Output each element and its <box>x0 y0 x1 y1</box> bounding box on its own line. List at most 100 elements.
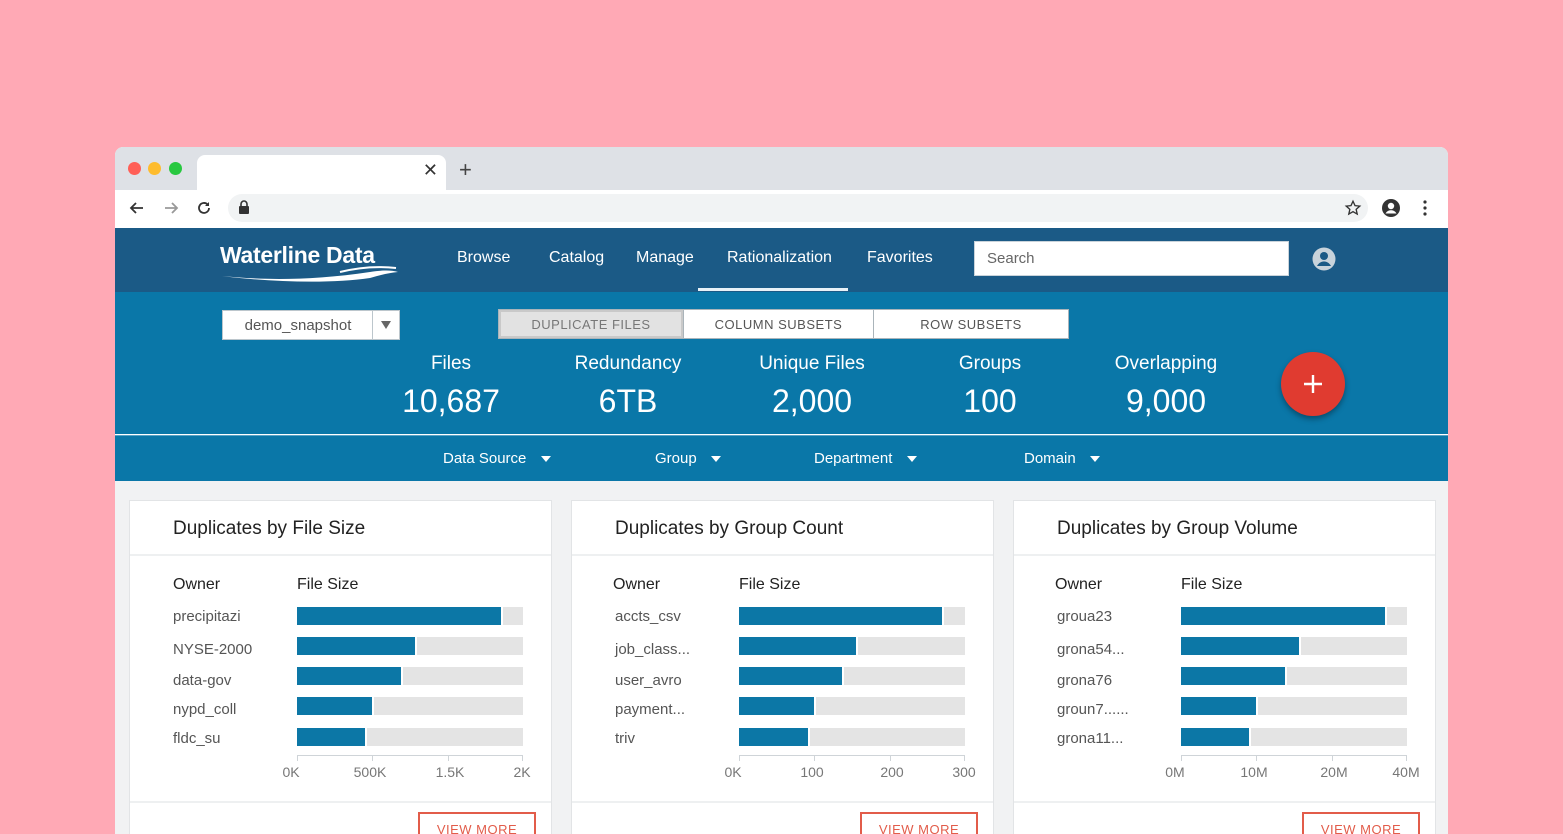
axis-tick <box>890 755 891 761</box>
new-tab-button[interactable]: + <box>459 159 472 181</box>
bar[interactable] <box>739 607 944 625</box>
card-header: Duplicates by File Size <box>130 501 551 556</box>
tick-label: 10M <box>1240 764 1268 780</box>
bar-track <box>1181 637 1407 655</box>
owner-label[interactable]: nypd_coll <box>173 701 236 718</box>
nav-rationalization[interactable]: Rationalization <box>727 249 832 267</box>
maximize-window-button[interactable] <box>169 162 182 175</box>
bar-track <box>739 697 965 715</box>
card-footer-divider <box>130 801 551 803</box>
owner-label[interactable]: user_avro <box>615 672 682 689</box>
tab-strip: ✕ + <box>115 147 1448 190</box>
bar[interactable] <box>1181 607 1387 625</box>
axis-tick <box>1406 755 1407 761</box>
plus-icon <box>1304 375 1322 393</box>
account-circle-icon[interactable] <box>1379 196 1403 220</box>
forward-button[interactable] <box>159 196 183 220</box>
owner-label[interactable]: accts_csv <box>615 608 681 625</box>
tab-close-button[interactable]: ✕ <box>423 160 438 180</box>
bar[interactable] <box>297 697 374 715</box>
bar[interactable] <box>739 667 845 685</box>
bar[interactable] <box>1181 697 1258 715</box>
owner-label[interactable]: data-gov <box>173 672 231 689</box>
view-more-button[interactable]: VIEW MORE <box>860 812 978 834</box>
filter-label: Data Source <box>443 450 527 467</box>
add-button[interactable] <box>1281 352 1345 416</box>
snapshot-value: demo_snapshot <box>244 317 352 334</box>
owner-label[interactable]: fldc_su <box>173 730 221 747</box>
bar[interactable] <box>1181 728 1252 746</box>
kebab-menu-icon[interactable] <box>1413 196 1437 220</box>
caret-down-icon <box>710 456 721 463</box>
owner-label[interactable]: grona11... <box>1057 730 1123 747</box>
close-window-button[interactable] <box>128 162 141 175</box>
bar[interactable] <box>739 697 816 715</box>
owner-label[interactable]: payment... <box>615 701 685 718</box>
axis-tick <box>372 755 373 761</box>
star-icon[interactable] <box>1344 199 1362 217</box>
column-header-file-size: File Size <box>739 576 801 593</box>
bar-track <box>297 667 523 685</box>
segment-duplicate-files[interactable]: DUPLICATE FILES <box>499 310 684 338</box>
bar[interactable] <box>297 637 417 655</box>
minimize-window-button[interactable] <box>148 162 161 175</box>
waterline-logo[interactable]: Waterline Data <box>220 242 400 282</box>
bar[interactable] <box>297 728 368 746</box>
owner-label[interactable]: grona76 <box>1057 672 1112 689</box>
owner-label[interactable]: triv <box>615 730 635 747</box>
bar[interactable] <box>1181 637 1301 655</box>
nav-catalog[interactable]: Catalog <box>549 249 604 267</box>
segment-row-subsets[interactable]: ROW SUBSETS <box>874 310 1068 338</box>
tick-label: 200 <box>880 764 904 780</box>
stat-redundancy: Redundancy 6TB <box>543 353 713 420</box>
owner-label[interactable]: groua23 <box>1057 608 1112 625</box>
filter-label: Group <box>655 450 697 467</box>
axis-tick <box>814 755 815 761</box>
card-header: Duplicates by Group Count <box>572 501 993 556</box>
stat-value: 9,000 <box>1125 383 1207 419</box>
bar[interactable] <box>297 607 503 625</box>
bar[interactable] <box>739 728 810 746</box>
owner-label[interactable]: precipitazi <box>173 608 241 625</box>
bar-track <box>297 728 523 746</box>
snapshot-select[interactable]: demo_snapshot <box>222 310 400 340</box>
axis-tick <box>522 755 523 761</box>
search-input[interactable] <box>974 241 1289 276</box>
bar[interactable] <box>1181 667 1288 685</box>
view-more-button[interactable]: VIEW MORE <box>418 812 536 834</box>
owner-label[interactable]: NYSE-2000 <box>173 641 252 658</box>
stat-groups: Groups 100 <box>905 353 1075 420</box>
axis-tick <box>297 755 298 761</box>
back-button[interactable] <box>125 196 149 220</box>
filter-domain[interactable]: Domain <box>1024 450 1100 467</box>
card-title: Duplicates by Group Volume <box>1057 518 1298 539</box>
chart-card-group-count: Duplicates by Group Count Owner File Siz… <box>571 500 994 834</box>
nav-favorites[interactable]: Favorites <box>867 249 933 267</box>
caret-down-icon[interactable] <box>372 311 399 339</box>
stat-label: Overlapping <box>1114 353 1218 374</box>
segment-column-subsets[interactable]: COLUMN SUBSETS <box>684 310 874 338</box>
owner-label[interactable]: job_class... <box>615 641 690 658</box>
address-bar[interactable] <box>228 194 1368 222</box>
stat-unique-files: Unique Files 2,000 <box>727 353 897 420</box>
owner-label[interactable]: grona54... <box>1057 641 1125 658</box>
stat-value: 100 <box>963 383 1017 419</box>
nav-browse[interactable]: Browse <box>457 249 510 267</box>
bar[interactable] <box>739 637 859 655</box>
browser-tab[interactable]: ✕ <box>197 155 446 190</box>
owner-label[interactable]: groun7...... <box>1057 701 1129 718</box>
view-more-button[interactable]: VIEW MORE <box>1302 812 1420 834</box>
bar[interactable] <box>297 667 404 685</box>
filter-department[interactable]: Department <box>814 450 917 467</box>
filter-group[interactable]: Group <box>655 450 721 467</box>
user-icon[interactable] <box>1311 246 1337 277</box>
nav-manage[interactable]: Manage <box>636 249 694 267</box>
tick-label: 0K <box>724 764 742 780</box>
reload-button[interactable] <box>192 196 216 220</box>
filter-data-source[interactable]: Data Source <box>443 450 551 467</box>
stat-files: Files 10,687 <box>366 353 536 420</box>
stat-label: Redundancy <box>574 353 682 374</box>
column-header-owner: Owner <box>173 576 221 593</box>
active-nav-indicator <box>698 288 848 291</box>
bar-track <box>297 637 523 655</box>
